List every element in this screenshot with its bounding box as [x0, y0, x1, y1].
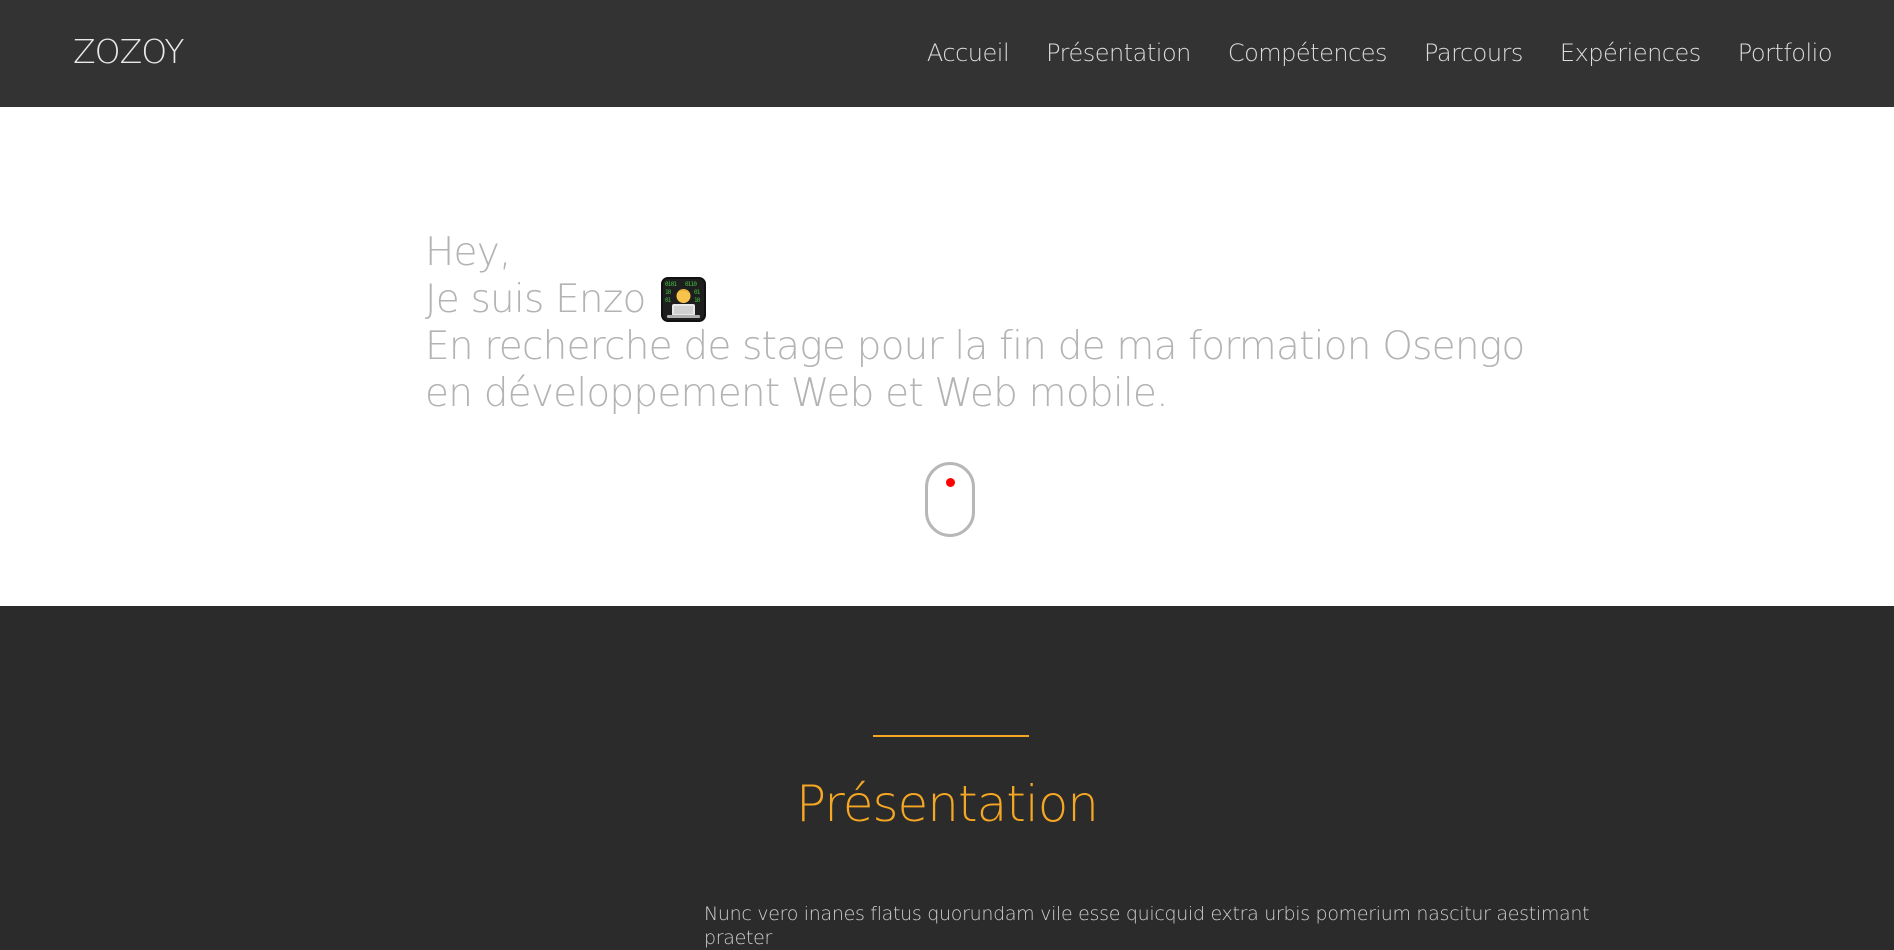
- svg-text:10: 10: [665, 289, 672, 296]
- hero-intro: Je suis Enzo: [425, 277, 646, 322]
- section-divider: [873, 735, 1029, 737]
- presentation-section: Présentation Nunc vero inanes flatus quo…: [0, 606, 1894, 949]
- hero-section: Hey, Je suis Enzo 0101 0110 10 01 01 10: [0, 107, 1894, 606]
- top-navbar: ZOZOY Accueil Présentation Compétences P…: [0, 0, 1894, 107]
- scroll-down-mouse-icon[interactable]: [925, 462, 975, 537]
- svg-text:10: 10: [694, 297, 701, 304]
- nav-link-presentation[interactable]: Présentation: [1046, 37, 1191, 69]
- nav-link-parcours[interactable]: Parcours: [1424, 37, 1523, 69]
- scroll-indicator-dot: [946, 478, 955, 487]
- nav-link-experiences[interactable]: Expériences: [1560, 37, 1701, 69]
- brand-logo[interactable]: ZOZOY: [73, 32, 185, 72]
- main-nav: Accueil Présentation Compétences Parcour…: [890, 37, 1833, 69]
- nav-link-competences[interactable]: Compétences: [1228, 37, 1388, 69]
- hero-greeting: Hey,: [425, 230, 511, 275]
- section-title: Présentation: [795, 775, 1099, 833]
- technologist-emoji-icon: 0101 0110 10 01 01 10: [660, 277, 706, 322]
- hero-line-formation: en développement Web et Web mobile.: [425, 371, 1169, 416]
- hero-text: Hey, Je suis Enzo 0101 0110 10 01 01 10: [425, 229, 1525, 417]
- hero-intro-line: Je suis Enzo 0101 0110 10 01 01 10: [425, 276, 1524, 323]
- svg-text:0101: 0101: [665, 281, 677, 288]
- section-body-text: Nunc vero inanes flatus quorundam vile e…: [704, 903, 1590, 949]
- nav-link-portfolio[interactable]: Portfolio: [1738, 37, 1833, 69]
- svg-text:01: 01: [694, 289, 701, 296]
- svg-text:0110: 0110: [685, 281, 697, 288]
- nav-link-accueil[interactable]: Accueil: [927, 37, 1010, 69]
- hero-line-stage: En recherche de stage pour la fin de ma …: [425, 324, 1525, 369]
- svg-text:01: 01: [665, 297, 672, 304]
